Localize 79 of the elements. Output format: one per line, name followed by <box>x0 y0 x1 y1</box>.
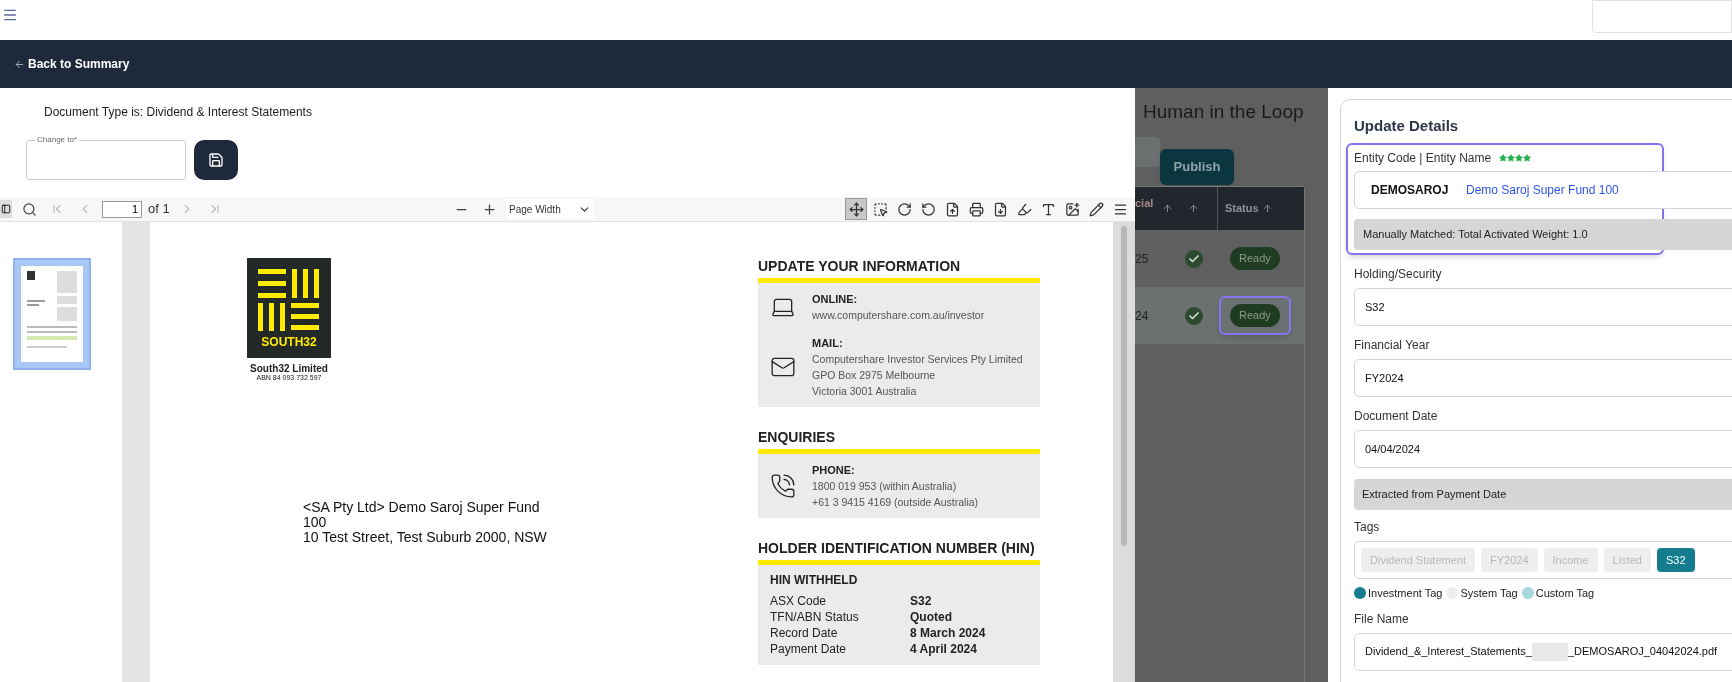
text-field[interactable]: S32 <box>1354 288 1732 326</box>
column-header[interactable]: cial <box>1135 195 1158 212</box>
save-icon <box>208 152 224 168</box>
company-name: South32 Limited <box>250 363 328 374</box>
sort-arrow-icon[interactable] <box>1162 203 1173 214</box>
field-label: Holding/Security <box>1354 266 1443 283</box>
entity-name-link[interactable]: Demo Saroj Super Fund 100 <box>1466 181 1619 199</box>
field-label: Financial Year <box>1354 337 1431 354</box>
info-line: 1800 019 953 (within Australia) <box>812 479 958 494</box>
sort-arrow-icon[interactable] <box>1261 203 1273 214</box>
address-line: 100 <box>303 515 328 530</box>
publish-button[interactable]: Publish <box>1160 149 1234 185</box>
entity-code: DEMOSAROJ <box>1371 182 1450 199</box>
file-name-start: Dividend_&_Interest_Statements_ <box>1365 644 1532 660</box>
info-line: +61 3 9415 4169 (outside Australia) <box>812 495 979 510</box>
column-header[interactable]: Status <box>1225 200 1259 217</box>
field-label: Change to* <box>35 135 80 145</box>
info-row-label: ASX Code <box>770 593 828 609</box>
address-line: 10 Test Street, Test Suburb 2000, NSW <box>303 530 548 545</box>
file-name-field[interactable]: Dividend_&_Interest_Statements_ _DEMOSAROJ_04042024.pdf <box>1354 632 1732 671</box>
pan-icon[interactable] <box>845 198 867 220</box>
field-value: 04/04/2024 <box>1365 441 1421 457</box>
page-number-field[interactable]: 1 <box>102 200 142 218</box>
section-heading: UPDATE YOUR INFORMATION <box>758 258 961 275</box>
info-line: Victoria 3001 Australia <box>812 384 918 399</box>
address-line: <SA Pty Ltd> Demo Saroj Super Fund <box>303 500 541 515</box>
extraction-note: Extracted from Payment Date <box>1354 479 1732 510</box>
match-note: Manually Matched: Total Activated Weight: 1.0 <box>1354 219 1732 250</box>
field-label: Document Date <box>1354 408 1439 425</box>
scrollbar-thumb[interactable] <box>1121 226 1127 546</box>
info-label: MAIL: <box>812 336 844 351</box>
info-row-label: TFN/ABN Status <box>770 609 860 625</box>
save-button[interactable] <box>194 140 238 180</box>
card-title: Update Details <box>1354 116 1460 136</box>
entity-field[interactable]: DEMOSAROJ Demo Saroj Super Fund 100 <box>1354 171 1732 209</box>
text-field[interactable]: FY2024 <box>1354 359 1732 397</box>
page-title: Human in the Loop <box>1143 100 1305 124</box>
info-row-value: Quoted <box>910 609 953 625</box>
section-heading: ENQUIRIES <box>758 429 835 446</box>
info-line: www.computershare.com.au/investor <box>812 308 985 323</box>
document-type-text: Document Type is: Dividend & Interest Statements <box>44 104 313 120</box>
table-cell-text: 24 <box>1135 307 1150 325</box>
sort-arrow-icon[interactable] <box>1188 203 1199 214</box>
menu-icon[interactable] <box>2 7 18 23</box>
info-row-value: S32 <box>910 593 933 609</box>
field-value: FY2024 <box>1365 370 1404 386</box>
info-subheading: HIN WITHHELD <box>770 573 859 587</box>
info-line: Computershare Investor Services Pty Limited <box>812 352 1023 367</box>
stripes-drawing <box>258 269 320 331</box>
status-badge: Ready <box>1230 304 1280 327</box>
tag-chip[interactable]: S32 <box>1656 548 1695 572</box>
info-row-value: 8 March 2024 <box>910 625 987 641</box>
arrow-left-icon <box>14 58 25 70</box>
info-label: PHONE: <box>812 463 856 478</box>
page-count: of 1 <box>148 200 170 219</box>
legend-label: Investment Tag <box>1368 586 1443 601</box>
field-value: S32 <box>1365 299 1385 315</box>
info-row-value: 4 April 2024 <box>910 641 978 657</box>
legend-label: System Tag <box>1460 586 1518 601</box>
file-name-end: _DEMOSAROJ_04042024.pdf <box>1567 644 1718 660</box>
section-heading: HOLDER IDENTIFICATION NUMBER (HIN) <box>758 540 1035 557</box>
info-line: GPO Box 2975 Melbourne <box>812 368 937 383</box>
page-thumbnail[interactable] <box>13 258 91 370</box>
table-row[interactable]: 24 Ready <box>1135 287 1304 344</box>
legend-label: Custom Tag <box>1535 586 1595 601</box>
sidebar-toggle-icon[interactable] <box>0 200 12 218</box>
field-label: File Name <box>1354 610 1410 628</box>
text-field[interactable]: 04/04/2024 <box>1354 430 1732 468</box>
table-cell-text: 25 <box>1135 250 1150 268</box>
zoom-mode-select[interactable]: Page Width <box>506 199 594 219</box>
info-row-label: Payment Date <box>770 641 848 657</box>
logo-text: SOUTH32 <box>261 335 317 349</box>
status-badge: Ready <box>1230 247 1280 270</box>
info-row-label: Record Date <box>770 625 839 641</box>
back-link[interactable]: Back to Summary <box>14 55 130 73</box>
phone-icon <box>770 473 796 499</box>
field-label: Tags <box>1354 519 1381 536</box>
field-label: Entity Code | Entity Name <box>1354 150 1492 167</box>
info-label: ONLINE: <box>812 292 859 307</box>
